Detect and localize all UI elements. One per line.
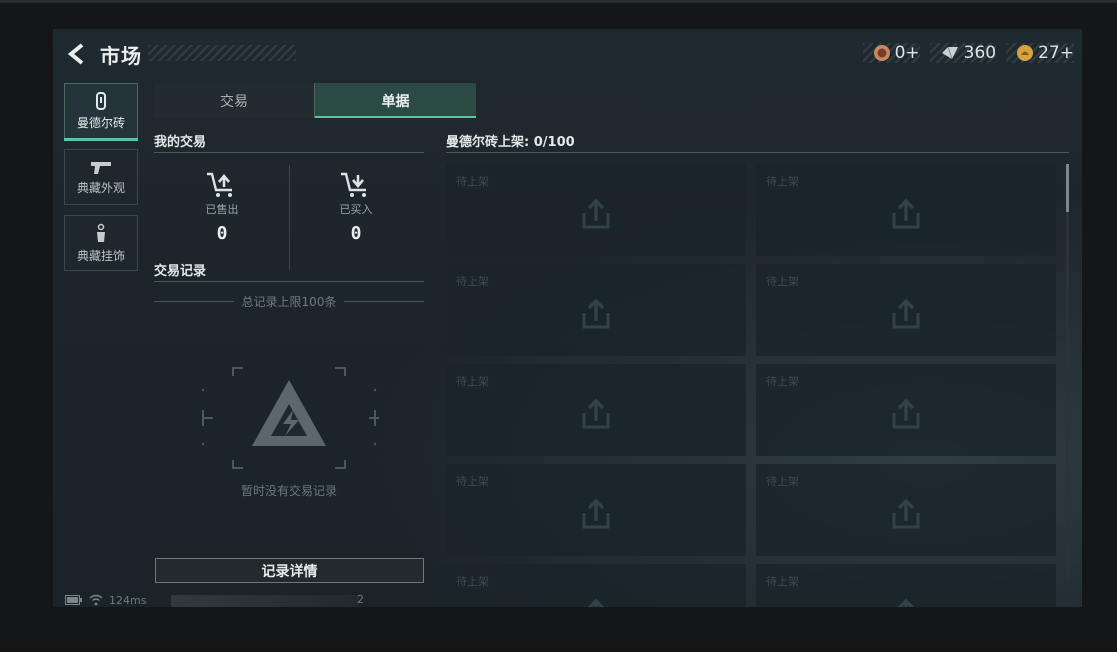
upload-icon xyxy=(582,198,610,229)
my-trades-heading: 我的交易 xyxy=(154,135,207,150)
status-number: 2 xyxy=(357,593,364,606)
title-decoration xyxy=(148,45,296,61)
token-icon xyxy=(873,45,890,61)
trade-records-heading: 交易记录 xyxy=(154,264,207,279)
diamond-icon xyxy=(941,46,958,60)
wifi-icon xyxy=(89,594,103,606)
sidebar-item-mandel-brick[interactable]: 曼德尔砖 xyxy=(64,83,138,141)
tab-trade[interactable]: 交易 xyxy=(154,83,315,118)
ping-text: 124ms xyxy=(109,593,147,607)
currency-token-value: 0+ xyxy=(894,43,920,63)
scrollbar-thumb[interactable] xyxy=(1066,164,1069,212)
listing-slot[interactable]: 待上架 xyxy=(756,164,1056,256)
charm-icon xyxy=(97,223,105,242)
bought-label: 已买入 xyxy=(339,203,373,216)
empty-state-icon xyxy=(201,367,379,469)
listing-slot[interactable]: 待上架 xyxy=(446,564,746,607)
page-title: 市场 xyxy=(100,44,142,68)
back-arrow-icon[interactable] xyxy=(66,42,88,66)
currency-bar: 0+ 360 27+ xyxy=(862,41,1074,65)
bought-stat: 已买入 0 xyxy=(291,170,421,244)
upload-icon xyxy=(582,298,610,329)
listings-heading: 曼德尔砖上架: 0/100 xyxy=(446,135,575,150)
key-card-icon xyxy=(96,91,106,110)
upload-icon xyxy=(892,298,920,329)
tab-orders[interactable]: 单据 xyxy=(315,83,476,118)
record-details-button[interactable]: 记录详情 xyxy=(155,558,424,583)
listing-slot-label: 待上架 xyxy=(456,375,489,388)
cart-download-icon xyxy=(341,172,366,197)
record-limit-note: 总记录上限100条 xyxy=(154,293,424,310)
upload-icon xyxy=(582,398,610,429)
status-progress xyxy=(171,595,359,607)
upload-icon xyxy=(892,498,920,529)
listing-slot-label: 待上架 xyxy=(456,175,489,188)
market-screen: 市场 0+ 360 27+ 曼德尔砖 典藏外观 典藏挂饰 交易 单据 我的交易 … xyxy=(53,29,1082,607)
sidebar-item-label: 曼德尔砖 xyxy=(76,115,125,130)
battery-icon xyxy=(65,595,82,605)
sidebar-item-label: 典藏外观 xyxy=(76,180,125,195)
sidebar-item-label: 典藏挂饰 xyxy=(76,248,125,263)
listing-slot[interactable]: 待上架 xyxy=(756,564,1056,607)
section-divider xyxy=(446,152,1069,153)
sidebar-item-collection-skins[interactable]: 典藏外观 xyxy=(64,149,138,205)
top-border xyxy=(0,0,1117,3)
listing-slot-label: 待上架 xyxy=(766,375,799,388)
currency-coin[interactable]: 27+ xyxy=(1006,43,1074,63)
section-divider xyxy=(154,152,424,153)
currency-coin-value: 27+ xyxy=(1038,43,1074,63)
listing-slot-label: 待上架 xyxy=(766,475,799,488)
listing-slot-label: 待上架 xyxy=(766,275,799,288)
bought-value: 0 xyxy=(350,223,362,244)
sold-label: 已售出 xyxy=(205,203,239,216)
currency-token[interactable]: 0+ xyxy=(862,43,920,63)
currency-diamond[interactable]: 360 xyxy=(929,43,997,63)
listing-slot-label: 待上架 xyxy=(766,175,799,188)
record-limit-text: 总记录上限100条 xyxy=(241,295,337,309)
listing-slot[interactable]: 待上架 xyxy=(756,264,1056,356)
stat-divider xyxy=(289,165,290,270)
listing-slot[interactable]: 待上架 xyxy=(446,264,746,356)
empty-records-text: 暂时没有交易记录 xyxy=(240,484,337,498)
upload-icon xyxy=(892,198,920,229)
sold-stat: 已售出 0 xyxy=(157,170,287,244)
listing-slot[interactable]: 待上架 xyxy=(446,364,746,456)
status-bar: 124ms xyxy=(65,593,146,607)
upload-icon xyxy=(897,598,915,607)
upload-icon xyxy=(587,598,605,607)
coin-icon xyxy=(1017,45,1034,61)
listing-slot[interactable]: 待上架 xyxy=(756,464,1056,556)
currency-diamond-value: 360 xyxy=(963,43,997,63)
sidebar-item-collection-charms[interactable]: 典藏挂饰 xyxy=(64,215,138,271)
listing-slot-label: 待上架 xyxy=(766,575,799,588)
listing-slot[interactable]: 待上架 xyxy=(446,164,746,256)
pistol-icon xyxy=(91,161,111,174)
scrollbar-track[interactable] xyxy=(1066,164,1069,582)
upload-icon xyxy=(892,398,920,429)
listing-slot[interactable]: 待上架 xyxy=(756,364,1056,456)
sold-value: 0 xyxy=(216,223,228,244)
listing-slot-label: 待上架 xyxy=(456,575,489,588)
section-divider xyxy=(154,281,424,282)
listing-slot[interactable]: 待上架 xyxy=(446,464,746,556)
cart-upload-icon xyxy=(207,172,232,197)
listing-slot-label: 待上架 xyxy=(456,275,489,288)
listing-slot-label: 待上架 xyxy=(456,475,489,488)
upload-icon xyxy=(582,498,610,529)
